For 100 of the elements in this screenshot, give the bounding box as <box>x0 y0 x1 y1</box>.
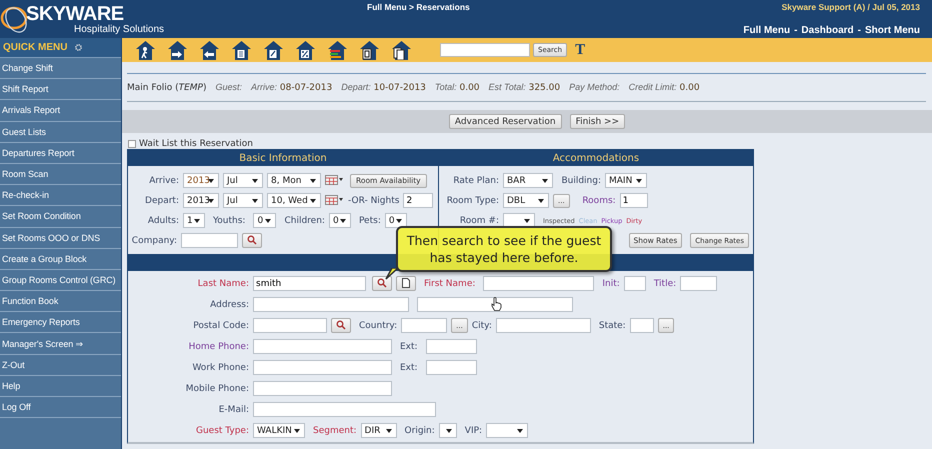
field-label: Guest Type: <box>195 426 249 436</box>
select-field[interactable]: 0 <box>384 213 407 228</box>
sidebar-item[interactable]: Create a Group Block <box>0 248 121 270</box>
calendar-icon[interactable] <box>325 195 344 206</box>
field-label: Pets: <box>358 216 381 226</box>
tooltip-pointer <box>384 268 400 280</box>
action-button[interactable]: Finish >> <box>570 114 626 129</box>
select-field[interactable]: 1 <box>183 213 205 228</box>
search-button[interactable] <box>331 318 351 333</box>
sidebar-item[interactable]: Departures Report <box>0 142 121 164</box>
select-field[interactable] <box>486 423 528 438</box>
sidebar-item[interactable]: Manager's Screen ⇒ <box>0 333 121 355</box>
folio-field: Guest: <box>216 82 242 93</box>
select-field[interactable]: 0 <box>328 213 351 228</box>
sidebar-item[interactable]: Change Shift <box>0 58 121 80</box>
logo-title: SKYWARE <box>26 2 124 25</box>
walking-person-house-icon[interactable] <box>135 40 156 60</box>
input-field[interactable] <box>253 318 327 333</box>
search-button[interactable] <box>242 233 262 248</box>
new-document-button[interactable] <box>396 276 416 291</box>
field-label: Room Type: <box>446 196 499 206</box>
sidebar-item[interactable]: Room Scan <box>0 164 121 186</box>
input-field[interactable]: smith <box>253 276 366 291</box>
sidebar-item[interactable]: Help <box>0 376 121 397</box>
input-field[interactable] <box>624 276 646 291</box>
input-field[interactable] <box>630 318 654 333</box>
breadcrumb: Full Menu > Reservations <box>367 1 470 13</box>
search-button[interactable] <box>372 276 392 291</box>
sidebar-item[interactable]: Set Room Condition <box>0 206 121 228</box>
field-label: State: <box>598 320 626 330</box>
input-field[interactable] <box>483 276 594 291</box>
field-label: Work Phone: <box>191 362 249 372</box>
percent-house-icon[interactable] <box>295 40 316 60</box>
sidebar-item[interactable]: Group Rooms Control (GRC) <box>0 270 121 292</box>
input-field[interactable] <box>253 402 436 417</box>
sidebar-item[interactable]: Shift Report <box>0 79 121 100</box>
select-field[interactable]: WALKIN <box>253 423 305 438</box>
arrow-right-house-icon[interactable] <box>167 40 188 60</box>
font-icon[interactable]: T <box>575 42 586 58</box>
input-field[interactable] <box>426 339 477 354</box>
arrow-left-house-icon[interactable] <box>199 40 220 60</box>
field-label: City: <box>472 320 492 330</box>
input-field[interactable]: 1 <box>620 193 648 208</box>
sidebar-item[interactable]: Re-check-in <box>0 185 121 206</box>
input-field[interactable]: 2 <box>403 193 434 208</box>
input-field[interactable] <box>496 318 591 333</box>
search-field[interactable] <box>440 43 530 57</box>
select-field[interactable]: 10, Wed <box>267 193 321 208</box>
nav-link[interactable]: Dashboard <box>801 24 854 37</box>
nav-link[interactable]: Short Menu <box>865 24 920 37</box>
nav-link[interactable]: Full Menu <box>743 24 790 37</box>
field-label: Room #: <box>458 216 499 226</box>
input-field[interactable] <box>417 297 573 312</box>
user-info: Skyware Support (A) / Jul 05, 2013 <box>782 1 920 13</box>
select-field[interactable]: Jul <box>223 173 263 188</box>
document-house-icon[interactable] <box>359 40 380 60</box>
input-field[interactable] <box>680 276 718 291</box>
select-field[interactable]: BAR <box>503 173 553 188</box>
sidebar-item[interactable]: Function Book <box>0 291 121 312</box>
checkbox-label: Wait List this Reservation <box>139 139 253 149</box>
select-field[interactable]: 2013 <box>183 193 219 208</box>
checkbox[interactable] <box>128 140 136 148</box>
field-label: Origin: <box>404 426 435 436</box>
input-field[interactable] <box>253 381 392 396</box>
select-field[interactable]: DBL <box>503 193 549 208</box>
input-field[interactable] <box>401 318 448 333</box>
calendar-icon[interactable] <box>325 175 344 186</box>
sidebar-item[interactable]: Set Rooms OOO or DNS <box>0 228 121 249</box>
select-field[interactable]: DIR <box>360 423 397 438</box>
field-label: Ext: <box>400 342 418 352</box>
input-field[interactable] <box>253 297 409 312</box>
folio-field: Arrive: 08-07-2013 <box>251 82 332 93</box>
input-field[interactable] <box>253 339 392 354</box>
field-label: -OR- Nights <box>348 196 400 206</box>
input-field[interactable] <box>253 360 392 375</box>
select-field[interactable]: 0 <box>253 213 276 228</box>
folio-field: Credit Limit: 0.00 <box>628 82 700 93</box>
select-field[interactable]: Jul <box>223 193 263 208</box>
list-house-icon[interactable] <box>231 40 252 60</box>
folio-field: Est Total: 325.00 <box>488 82 560 93</box>
select-field[interactable]: 2013 <box>183 173 219 188</box>
action-button[interactable]: Advanced Reservation <box>448 114 562 129</box>
edit-house-icon[interactable] <box>263 40 284 60</box>
select-field[interactable] <box>438 423 457 438</box>
sidebar-item[interactable]: Arrivals Report <box>0 100 121 122</box>
documents-house-icon[interactable] <box>391 40 412 60</box>
field-label: E-Mail: <box>218 404 249 414</box>
sidebar-item[interactable]: Z-Out <box>0 354 121 376</box>
select-field[interactable]: 8, Mon <box>267 173 321 188</box>
sidebar-item[interactable]: Guest Lists <box>0 122 121 143</box>
field-label: Children: <box>284 216 325 226</box>
sidebar-item[interactable]: Log Off <box>0 397 121 418</box>
sidebar-item[interactable]: Emergency Reports <box>0 312 121 334</box>
chart-house-icon[interactable] <box>327 40 348 60</box>
input-field[interactable] <box>426 360 477 375</box>
input-field[interactable] <box>181 233 238 248</box>
panel-title: Basic Information <box>128 150 438 166</box>
select-field[interactable]: MAIN <box>605 173 647 188</box>
folio-field: Total: 0.00 <box>434 82 480 93</box>
field-label: Postal Code: <box>192 320 249 330</box>
